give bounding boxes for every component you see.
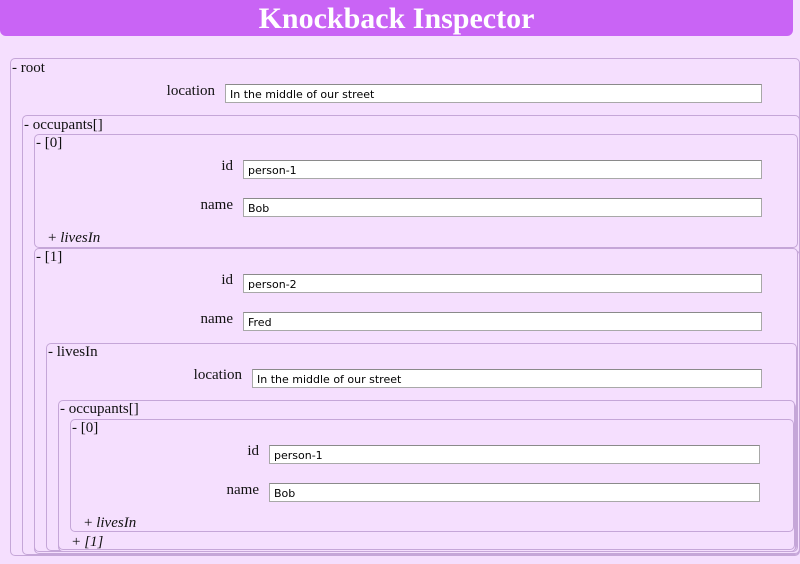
occupant-1-name-label: name	[200, 311, 233, 327]
root-toggle-label[interactable]: - root	[12, 60, 45, 76]
nested-occupant-0-name-label: name	[226, 482, 259, 498]
expand-plus-icon: +	[72, 534, 85, 550]
root-toggle[interactable]: - root	[12, 60, 45, 77]
occupants-toggle[interactable]: - occupants[]	[24, 117, 103, 134]
occupant-0-toggle[interactable]: - [0]	[36, 135, 62, 152]
occupant-1-name-input[interactable]	[243, 312, 762, 331]
occupant-0-toggle-label[interactable]: - [0]	[36, 135, 62, 151]
occupant-1-toggle[interactable]: - [1]	[36, 249, 62, 266]
occupant-0-livesin-label: livesIn	[60, 230, 101, 246]
nested-occupants-toggle[interactable]: - occupants[]	[60, 401, 139, 418]
occupant-0-id-input[interactable]	[243, 160, 762, 179]
app-title-bar: Knockback Inspector	[0, 0, 793, 36]
nested-occupant-0-id-label: id	[247, 443, 259, 459]
occupant-0-node	[34, 134, 798, 248]
nested-occupants-toggle-label[interactable]: - occupants[]	[60, 401, 139, 417]
livesin-location-label: location	[193, 367, 242, 383]
expand-plus-icon: +	[48, 230, 61, 246]
nested-occupant-0-livesin-expander[interactable]: + livesIn	[84, 515, 136, 532]
nested-occupant-0-node	[70, 419, 794, 532]
app-title: Knockback Inspector	[258, 2, 535, 35]
nested-occupant-0-toggle-label[interactable]: - [0]	[72, 420, 98, 436]
occupant-0-livesin-expander[interactable]: + livesIn	[48, 230, 100, 247]
occupant-1-id-input[interactable]	[243, 274, 762, 293]
nested-occupant-0-id-input[interactable]	[269, 445, 760, 464]
occupant-0-id-label: id	[221, 158, 233, 174]
nested-occupant-0-livesin-label: livesIn	[96, 515, 137, 531]
occupants-toggle-label[interactable]: - occupants[]	[24, 117, 103, 133]
livesin-toggle-label[interactable]: - livesIn	[48, 344, 98, 360]
occupant-1-toggle-label[interactable]: - [1]	[36, 249, 62, 265]
occupant-0-name-label: name	[200, 197, 233, 213]
nested-occupant-1-label: [1]	[84, 534, 104, 550]
root-location-input[interactable]	[225, 84, 762, 103]
nested-occupant-1-expander[interactable]: + [1]	[72, 534, 103, 551]
livesin-toggle[interactable]: - livesIn	[48, 344, 98, 361]
nested-occupant-0-name-input[interactable]	[269, 483, 760, 502]
expand-plus-icon: +	[84, 515, 97, 531]
nested-occupant-0-toggle[interactable]: - [0]	[72, 420, 98, 437]
root-location-label: location	[166, 83, 215, 99]
livesin-location-input[interactable]	[252, 369, 762, 388]
occupant-0-name-input[interactable]	[243, 198, 762, 217]
occupant-1-id-label: id	[221, 272, 233, 288]
